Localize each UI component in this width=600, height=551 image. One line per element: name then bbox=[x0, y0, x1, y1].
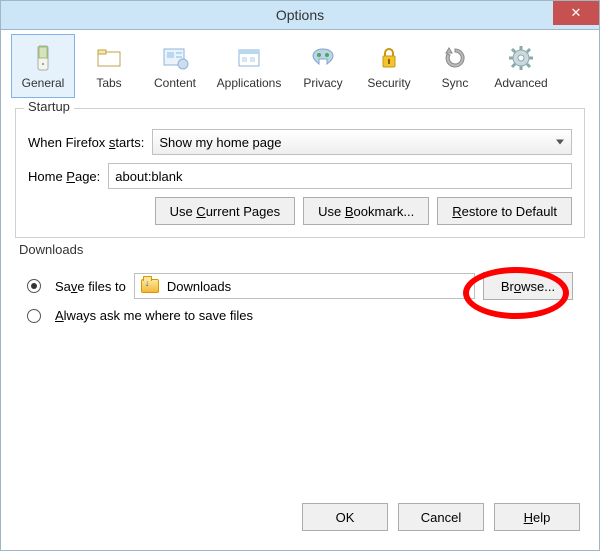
general-icon bbox=[27, 42, 59, 74]
ok-button[interactable]: OK bbox=[302, 503, 388, 531]
tab-security[interactable]: Security bbox=[357, 34, 421, 98]
dialog-buttons: OK Cancel Help bbox=[302, 503, 580, 531]
security-icon bbox=[373, 42, 405, 74]
browse-button[interactable]: Browse... bbox=[483, 272, 573, 300]
home-page-label: Home Page: bbox=[28, 169, 100, 184]
always-ask-label: Always ask me where to save files bbox=[55, 308, 253, 323]
content-area: Startup When Firefox starts: Show my hom… bbox=[0, 98, 600, 551]
downloads-legend: Downloads bbox=[15, 242, 87, 257]
tab-sync[interactable]: Sync bbox=[423, 34, 487, 98]
startup-legend: Startup bbox=[24, 99, 74, 114]
tab-security-label: Security bbox=[367, 76, 410, 90]
always-ask-radio[interactable] bbox=[27, 309, 41, 323]
use-bookmark-button[interactable]: Use Bookmark... bbox=[303, 197, 429, 225]
tabs-icon bbox=[93, 42, 125, 74]
folder-icon bbox=[141, 279, 159, 293]
tab-tabs[interactable]: Tabs bbox=[77, 34, 141, 98]
tab-tabs-label: Tabs bbox=[96, 76, 121, 90]
gear-icon bbox=[505, 42, 537, 74]
save-to-radio[interactable] bbox=[27, 279, 41, 293]
when-starts-select[interactable]: Show my home page bbox=[152, 129, 572, 155]
tab-advanced-label: Advanced bbox=[494, 76, 547, 90]
tab-content[interactable]: Content bbox=[143, 34, 207, 98]
title-bar: Options ✕ bbox=[0, 0, 600, 30]
tab-general-label: General bbox=[22, 76, 65, 90]
startup-group: Startup When Firefox starts: Show my hom… bbox=[15, 108, 585, 238]
tab-privacy[interactable]: Privacy bbox=[291, 34, 355, 98]
restore-default-button[interactable]: Restore to Default bbox=[437, 197, 572, 225]
content-icon bbox=[159, 42, 191, 74]
save-to-label: Save files to bbox=[55, 279, 126, 294]
download-path-text: Downloads bbox=[167, 279, 231, 294]
help-button[interactable]: Help bbox=[494, 503, 580, 531]
window-title: Options bbox=[1, 7, 599, 23]
when-starts-label: When Firefox starts: bbox=[28, 135, 144, 150]
downloads-group: Downloads Save files to Downloads Browse… bbox=[15, 252, 585, 335]
tab-advanced[interactable]: Advanced bbox=[489, 34, 553, 98]
applications-icon bbox=[233, 42, 265, 74]
download-path-field[interactable]: Downloads bbox=[134, 273, 475, 299]
category-toolbar: General Tabs Content Applications Privac… bbox=[0, 30, 600, 98]
tab-content-label: Content bbox=[154, 76, 196, 90]
tab-general[interactable]: General bbox=[11, 34, 75, 98]
home-page-input[interactable] bbox=[108, 163, 572, 189]
tab-privacy-label: Privacy bbox=[303, 76, 342, 90]
tab-applications[interactable]: Applications bbox=[209, 34, 289, 98]
cancel-button[interactable]: Cancel bbox=[398, 503, 484, 531]
privacy-icon bbox=[307, 42, 339, 74]
tab-sync-label: Sync bbox=[442, 76, 469, 90]
tab-applications-label: Applications bbox=[217, 76, 282, 90]
use-current-pages-button[interactable]: Use Current Pages bbox=[155, 197, 296, 225]
close-button[interactable]: ✕ bbox=[553, 1, 599, 25]
close-icon: ✕ bbox=[571, 5, 582, 21]
sync-icon bbox=[439, 42, 471, 74]
